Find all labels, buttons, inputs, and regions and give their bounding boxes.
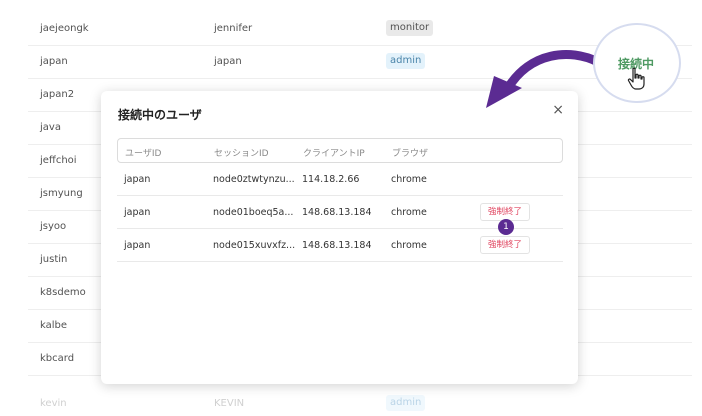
cell-user-id: japan [124, 240, 151, 251]
cell-user-id: japan [124, 207, 151, 218]
curved-arrow-icon [486, 50, 603, 108]
cell-client-ip: 114.18.2.66 [302, 174, 360, 185]
connected-users-modal: 接続中のユーザ × ユーザID セッションID クライアントIP ブラウザ ja… [101, 91, 578, 384]
cell-browser: chrome [391, 174, 427, 185]
table-row: japan node015xuvxfz... 148.68.13.184 chr… [117, 229, 563, 262]
modal-title: 接続中のユーザ [118, 108, 202, 122]
column-header-user-id: ユーザID [125, 149, 162, 159]
column-header-session-id: セッションID [214, 149, 269, 159]
cell-browser: chrome [391, 240, 427, 251]
cell-browser: chrome [391, 207, 427, 218]
column-header-client-ip: クライアントIP [303, 149, 365, 159]
table-row: japan node0ztwtynzu... 114.18.2.66 chrom… [117, 163, 563, 196]
cell-client-ip: 148.68.13.184 [302, 207, 372, 218]
column-header-browser: ブラウザ [392, 149, 429, 159]
cell-user-id: japan [124, 174, 151, 185]
sessions-table: ユーザID セッションID クライアントIP ブラウザ japan node0z… [117, 138, 563, 262]
hand-pointer-icon [627, 67, 645, 90]
cell-client-ip: 148.68.13.184 [302, 240, 372, 251]
cell-session-id: node0ztwtynzu... [213, 174, 295, 185]
cell-session-id: node01boeq5a... [213, 207, 294, 218]
force-logout-button[interactable]: 強制終了 [480, 236, 530, 254]
sessions-table-header: ユーザID セッションID クライアントIP ブラウザ [117, 138, 563, 163]
table-row: japan node01boeq5a... 148.68.13.184 chro… [117, 196, 563, 229]
step-number-badge: 1 [498, 219, 514, 235]
connected-status-callout: 接続中 [593, 23, 681, 103]
cell-session-id: node015xuvxfz... [213, 240, 296, 251]
